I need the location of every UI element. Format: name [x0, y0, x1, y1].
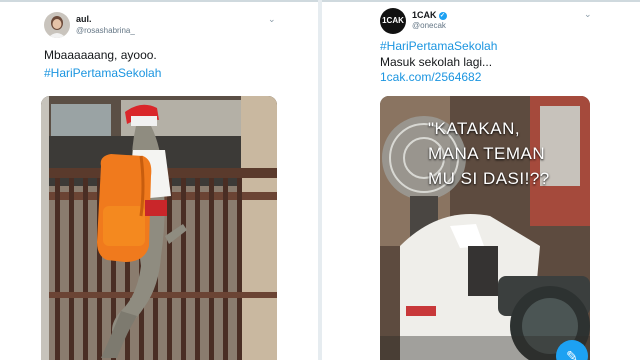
avatar-photo-icon — [44, 12, 70, 38]
display-name-row[interactable]: 1CAK ✓ — [412, 10, 447, 20]
avatar[interactable] — [44, 12, 70, 38]
chevron-down-icon[interactable]: ⌄ — [268, 14, 276, 25]
tweet-image[interactable] — [41, 96, 277, 360]
image-caption: "KATAKAN, MANA TEMAN MU SI DASI!?? — [428, 119, 550, 188]
komodo-school-photo — [41, 96, 277, 360]
tweet-card-right[interactable]: 1CAK 1CAK ✓ @onecak ⌄ #HariPertamaSekolah… — [322, 0, 640, 360]
url-link[interactable]: 1cak.com/2564682 — [380, 70, 481, 84]
chevron-down-icon[interactable]: ⌄ — [584, 9, 592, 20]
divider — [322, 0, 640, 2]
display-name[interactable]: aul. — [76, 14, 92, 24]
user-handle[interactable]: @rosashabrina_ — [76, 26, 135, 35]
tweet-card-left[interactable]: aul. @rosashabrina_ ⌄ Mbaaaaaang, ayooo.… — [0, 0, 318, 360]
verified-badge-icon: ✓ — [438, 11, 447, 20]
tweet-text: Masuk sekolah lagi... — [380, 55, 493, 69]
avatar-logo-text: 1CAK — [382, 16, 404, 25]
hashtag-link[interactable]: #HariPertamaSekolah — [380, 39, 497, 53]
avatar[interactable]: 1CAK — [380, 8, 406, 34]
user-handle[interactable]: @onecak — [412, 21, 446, 30]
tweet-image[interactable]: "KATAKAN, MANA TEMAN MU SI DASI!?? ✎ — [380, 96, 590, 360]
divider — [0, 0, 318, 2]
tweet-text: Mbaaaaaang, ayooo. — [44, 48, 157, 62]
hashtag-link[interactable]: #HariPertamaSekolah — [44, 66, 161, 80]
display-name: 1CAK — [412, 10, 437, 20]
